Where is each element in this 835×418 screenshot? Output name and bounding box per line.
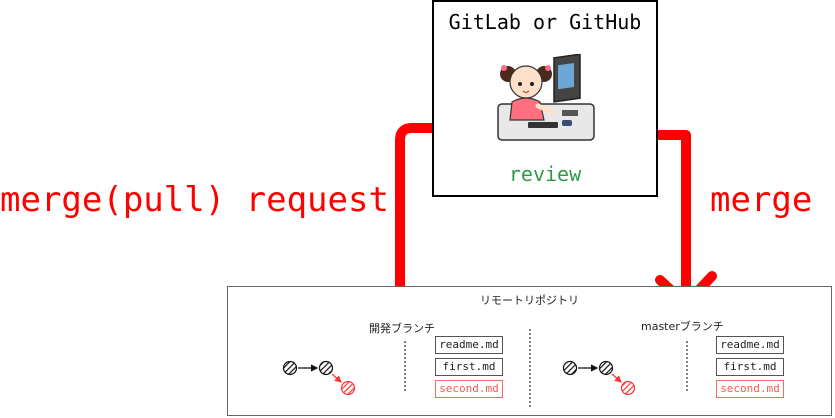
dev-file-first: first.md [435,358,503,376]
developer-illustration [497,54,595,141]
dev-file-second: second.md [435,380,503,398]
master-file-readme: readme.md [716,336,784,354]
dev-branch-label: 開発ブランチ [369,322,435,335]
review-label: review [508,162,582,186]
commit-node [282,360,298,376]
master-file-second: second.md [716,380,784,398]
merge-label: merge [710,180,813,220]
dev-file-readme: readme.md [435,336,503,354]
merge-request-label: merge(pull) request [0,180,389,220]
master-branch-commits [562,360,636,396]
commit-link-new [611,373,622,383]
commit-node [598,360,614,376]
commit-node [562,360,578,376]
commit-node-new [340,380,356,396]
remote-repository-box: リモートリポジトリ 開発ブランチ masterブランチ readme.md fi… [227,286,832,416]
review-platform-box: GitLab or GitHub review [432,0,658,197]
master-branch-label: masterブランチ [641,320,724,333]
commit-node-new [620,380,636,396]
merge-request-arrow [395,123,438,309]
commit-node [318,360,334,376]
commit-link-new [331,373,342,383]
review-platform-title: GitLab or GitHub [448,10,642,34]
dev-branch-commits [282,360,356,396]
master-file-first: first.md [716,358,784,376]
